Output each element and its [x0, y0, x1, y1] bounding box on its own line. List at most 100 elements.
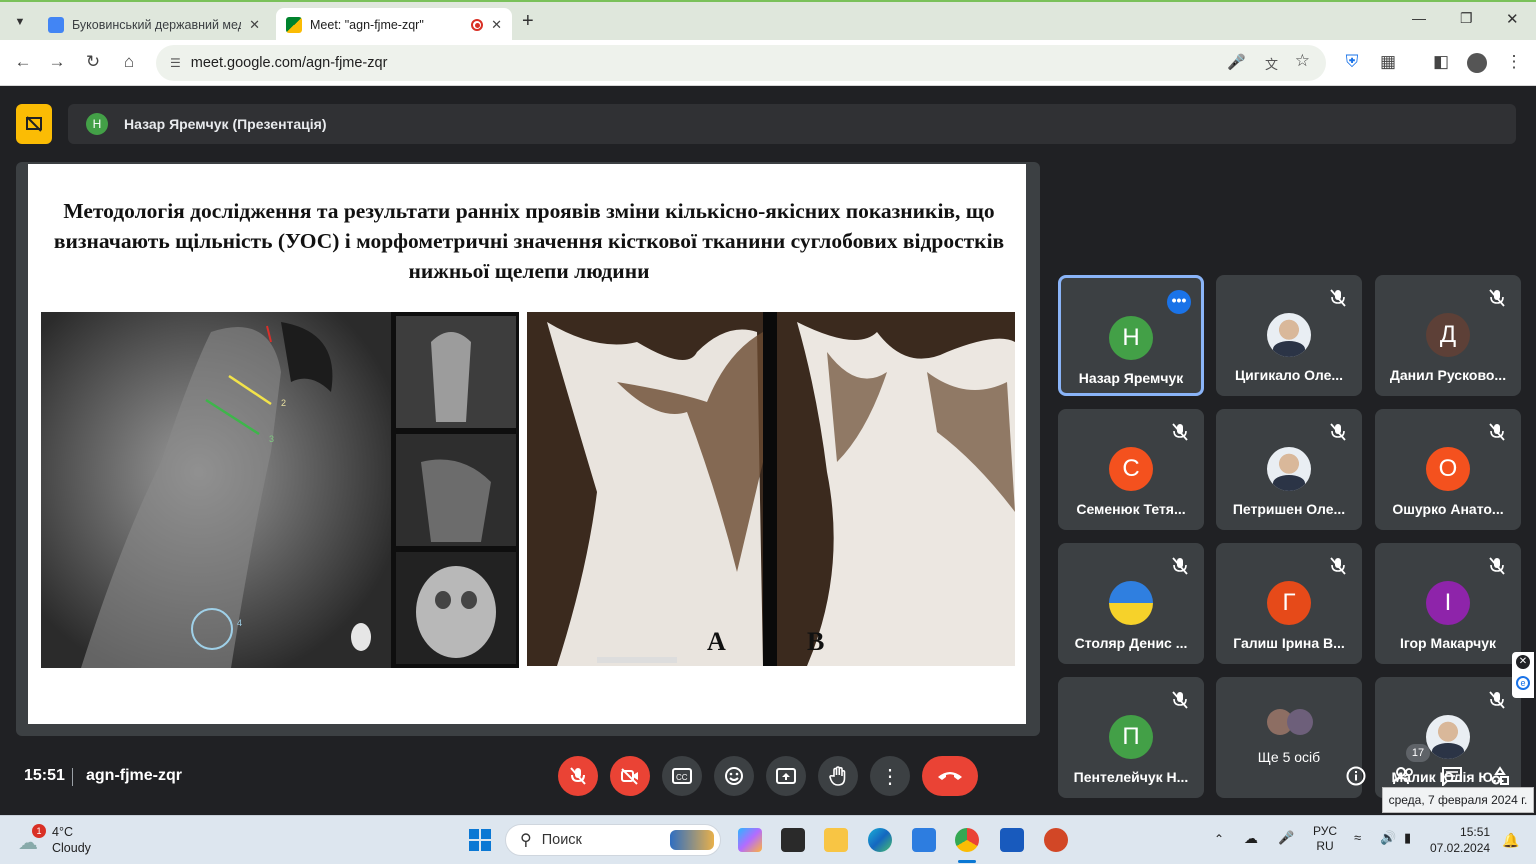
camera-toggle-button[interactable] — [610, 756, 650, 796]
participant-name: Назар Яремчук — [1078, 370, 1184, 386]
restore-button[interactable]: ❐ — [1460, 10, 1473, 27]
url-text: meet.google.com/agn-fjme-zqr — [190, 55, 388, 71]
ct-label: 3 — [269, 434, 274, 444]
reactions-button[interactable] — [714, 756, 754, 796]
volume-icon[interactable]: 🔊 — [1380, 830, 1396, 846]
side-panel-icon[interactable]: ◧ — [1430, 52, 1452, 72]
home-icon[interactable]: ⌂ — [118, 52, 140, 72]
captions-button[interactable]: CC — [662, 756, 702, 796]
start-button[interactable] — [468, 828, 492, 852]
chevron-up-icon[interactable]: ⌃ — [1214, 832, 1224, 846]
participant-name: Галиш Ірина В... — [1233, 635, 1345, 651]
present-screen-button[interactable] — [766, 756, 806, 796]
tile-options-button[interactable]: ••• — [1167, 290, 1191, 314]
participant-name: Ігор Макарчук — [1399, 635, 1497, 651]
task-view-icon[interactable] — [781, 828, 805, 852]
group-avatars — [1259, 709, 1319, 737]
extensions-puzzle-icon[interactable]: ▦ — [1377, 52, 1399, 72]
meeting-info-icon[interactable] — [1346, 766, 1366, 792]
participant-avatar: П — [1109, 715, 1153, 759]
tab-search-button[interactable]: ▼ — [10, 12, 30, 32]
participant-name: Данил Русково... — [1389, 367, 1507, 383]
meeting-code: agn-fjme-zqr — [86, 767, 182, 784]
captions-icon: CC — [672, 768, 692, 784]
participant-photo — [1267, 447, 1311, 491]
site-info-icon[interactable]: ☰ — [170, 56, 181, 70]
ct-scan-image: 2 3 4 — [41, 312, 519, 668]
participant-tile[interactable]: Д Данил Русково... — [1375, 275, 1521, 396]
search-highlight-icon — [670, 830, 714, 850]
participant-tile[interactable]: Петришен Оле... — [1216, 409, 1362, 530]
ct-label: 4 — [237, 618, 242, 628]
chrome-icon[interactable] — [955, 828, 979, 852]
store-icon[interactable] — [912, 828, 936, 852]
powerpoint-icon[interactable] — [1044, 828, 1068, 852]
notification-bell-icon[interactable]: 🔔 — [1502, 832, 1519, 849]
word-icon[interactable] — [1000, 828, 1024, 852]
tab-meet[interactable]: Meet: "agn-fjme-zqr" ✕ — [276, 8, 512, 42]
participant-tile[interactable]: Н Назар Яремчук ••• — [1058, 275, 1204, 396]
copilot-icon[interactable] — [738, 828, 762, 852]
mic-off-icon — [1489, 289, 1505, 307]
participant-name: Цигикало Оле... — [1234, 367, 1344, 383]
mic-toggle-button[interactable] — [558, 756, 598, 796]
taskbar-search[interactable]: ⚲ Поиск — [505, 824, 721, 856]
language-indicator[interactable]: РУС RU — [1310, 824, 1340, 854]
profile-avatar[interactable] — [1467, 53, 1487, 73]
mic-tray-icon[interactable]: 🎤 — [1278, 830, 1294, 846]
presentation-bar: Н Назар Яремчук (Презентація) — [68, 104, 1516, 144]
edge-icon[interactable]: e — [1516, 676, 1530, 690]
tab-close-icon[interactable]: ✕ — [491, 17, 502, 33]
battery-icon[interactable]: ▮ — [1404, 830, 1411, 846]
mic-off-icon — [1330, 289, 1346, 307]
more-options-button[interactable]: ⋮ — [870, 756, 910, 796]
side-widget[interactable]: ✕ e — [1512, 652, 1534, 698]
participant-tile[interactable]: О Ошурко Анато... — [1375, 409, 1521, 530]
address-bar[interactable]: ☰ meet.google.com/agn-fjme-zqr 🎤 文 ☆ — [156, 45, 1326, 81]
taskbar: ☁ 1 4°C Cloudy ⚲ Поиск ⌃ ☁ 🎤 РУС RU ≈ 🔊 … — [0, 815, 1536, 864]
participant-tile[interactable]: Столяр Денис ... — [1058, 543, 1204, 664]
back-arrow-icon[interactable]: ← — [12, 52, 34, 72]
participant-tile[interactable]: Цигикало Оле... — [1216, 275, 1362, 396]
reload-icon[interactable]: ↻ — [82, 52, 104, 72]
participant-name: Столяр Денис ... — [1074, 635, 1188, 651]
mic-icon[interactable]: 🎤 — [1227, 53, 1246, 71]
mic-off-icon — [1172, 557, 1188, 575]
bookmark-star-icon[interactable]: ☆ — [1295, 51, 1310, 71]
close-window-button[interactable]: ✕ — [1506, 10, 1519, 28]
image-label-b: B — [807, 627, 824, 656]
tab-university[interactable]: Буковинський державний мед ✕ — [38, 8, 270, 42]
meeting-clock: 15:51 — [24, 767, 65, 784]
participant-tile[interactable]: С Семенюк Тетя... — [1058, 409, 1204, 530]
file-explorer-icon[interactable] — [824, 828, 848, 852]
new-tab-button[interactable]: + — [522, 10, 534, 33]
lang-bottom: RU — [1316, 839, 1334, 853]
shield-extension-icon[interactable]: ⛨ — [1341, 52, 1363, 72]
minimize-button[interactable]: — — [1412, 10, 1426, 26]
windows-logo-icon — [469, 829, 491, 851]
search-placeholder: Поиск — [541, 832, 582, 848]
raise-hand-button[interactable] — [818, 756, 858, 796]
leave-call-button[interactable] — [922, 756, 978, 796]
participant-tile[interactable]: П Пентелейчук Н... — [1058, 677, 1204, 798]
menu-kebab-icon[interactable]: ⋮ — [1503, 52, 1525, 72]
translate-icon[interactable]: 文 — [1265, 54, 1278, 73]
participant-photo — [1267, 313, 1311, 357]
forward-arrow-icon[interactable]: → — [46, 52, 68, 72]
participant-avatar: Н — [1109, 316, 1153, 360]
tab-close-icon[interactable]: ✕ — [249, 17, 260, 33]
wifi-icon[interactable]: ≈ — [1354, 830, 1361, 845]
stop-presenting-button[interactable] — [16, 104, 52, 144]
participant-name: Ще 5 осіб — [1257, 749, 1321, 765]
people-count-badge: 17 — [1406, 744, 1430, 762]
edge-browser-icon[interactable] — [868, 828, 892, 852]
close-circle-icon[interactable]: ✕ — [1516, 655, 1530, 669]
participant-tile[interactable]: І Ігор Макарчук — [1375, 543, 1521, 664]
taskbar-clock[interactable]: 15:51 07.02.2024 — [1430, 824, 1490, 856]
onedrive-icon[interactable]: ☁ — [1244, 830, 1258, 847]
participant-tile[interactable]: Г Галиш Ірина В... — [1216, 543, 1362, 664]
participant-tile[interactable]: Ще 5 осіб — [1216, 677, 1362, 798]
mic-off-icon — [1330, 423, 1346, 441]
tab-title: Meet: "agn-fjme-zqr" — [310, 18, 424, 32]
weather-desc: Cloudy — [52, 841, 91, 855]
